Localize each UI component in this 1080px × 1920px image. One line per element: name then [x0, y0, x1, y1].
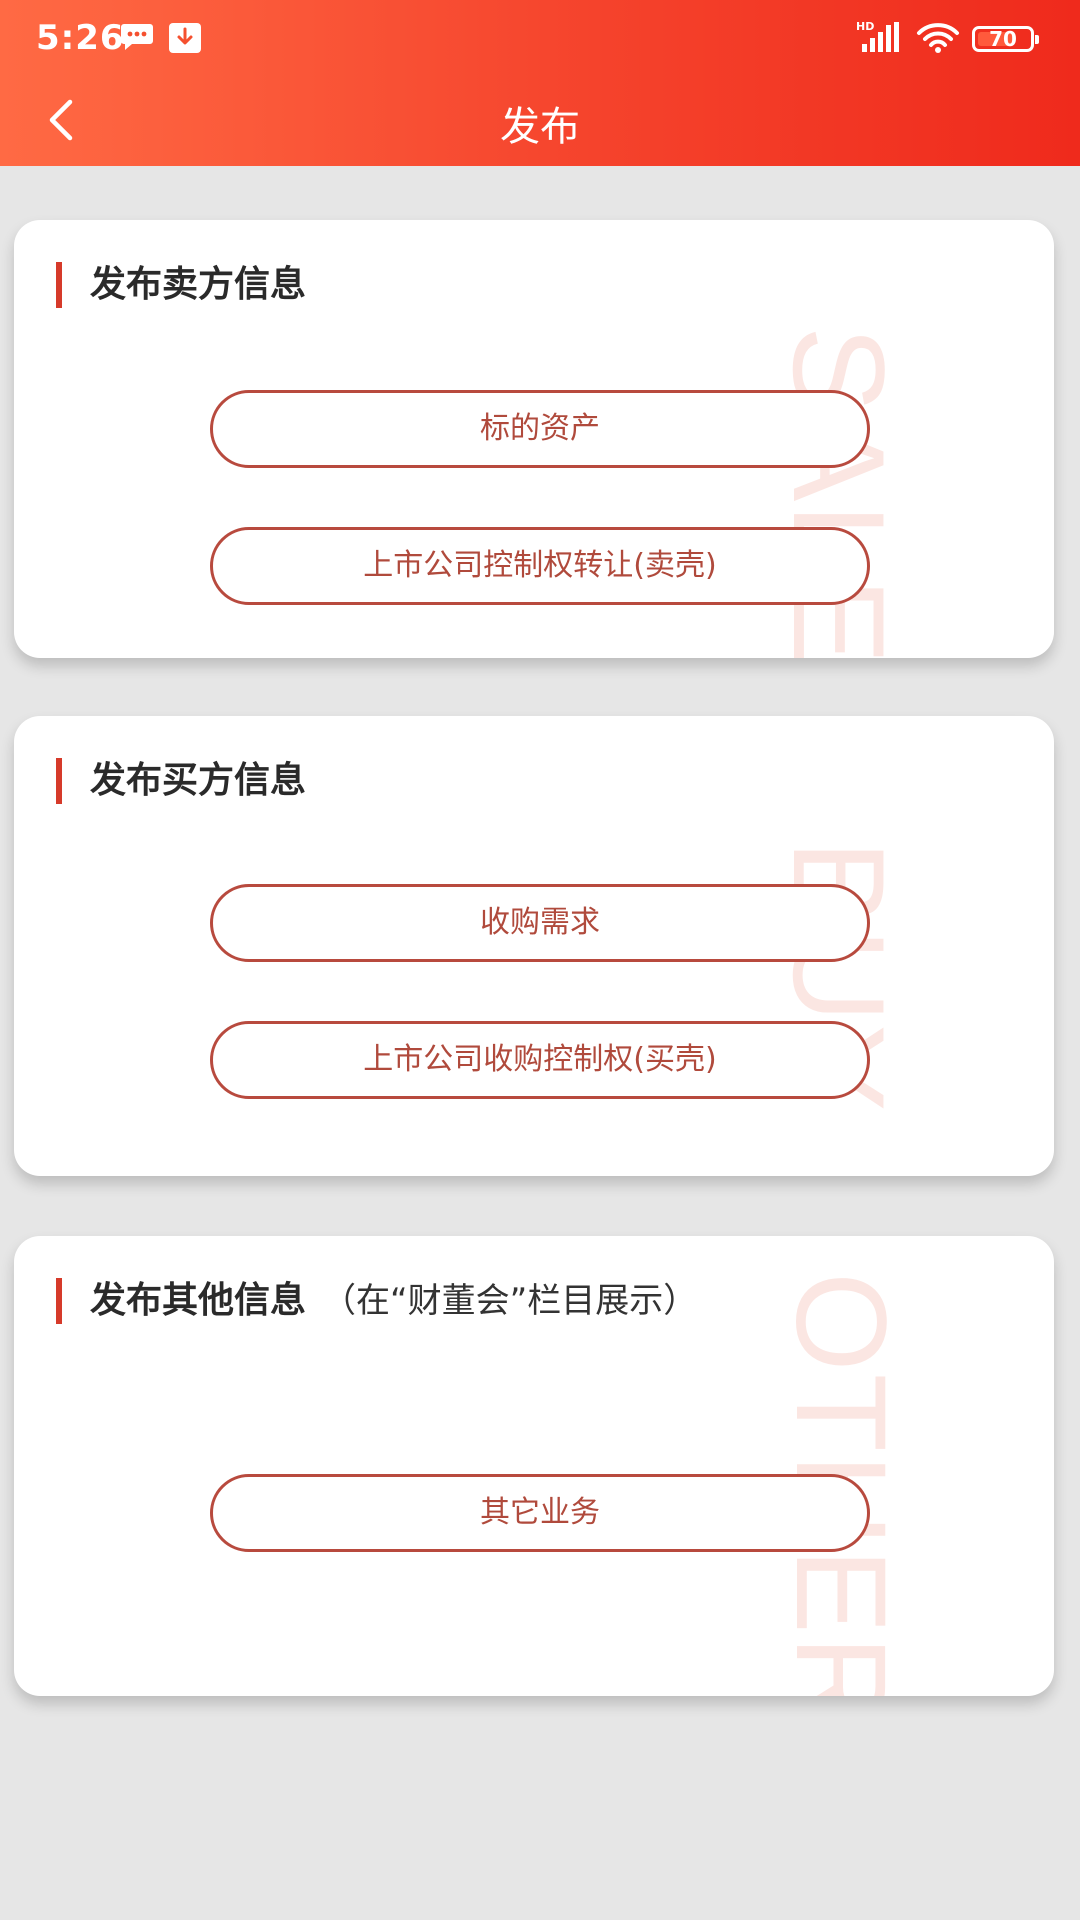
others-card: 发布其他信息（在“财董会”栏目展示） OTHERS 其它业务 — [14, 1236, 1054, 1696]
others-card-title: 发布其他信息 （在“财董会”栏目展示） — [90, 1278, 697, 1324]
buyer-card-title: 发布买方信息 — [90, 760, 307, 801]
buyer-card: 发布买方信息 BUY 收购需求 上市公司收购控制权(买壳) — [14, 716, 1054, 1176]
battery-text: 70 — [989, 27, 1017, 51]
status-time: 5:26 — [36, 18, 125, 58]
control-acquisition-button[interactable]: 上市公司收购控制权(买壳) — [210, 1021, 870, 1099]
wifi-icon — [916, 22, 960, 58]
svg-text:HD: HD — [856, 20, 874, 33]
battery-icon: 70 — [972, 26, 1039, 52]
target-asset-button[interactable]: 标的资产 — [210, 390, 870, 468]
sale-watermark: SALE — [766, 326, 912, 658]
accent-bar — [56, 1278, 62, 1324]
header: 5:26 HD 70 发布 — [0, 0, 1080, 166]
others-card-title-text: 发布其他信息 — [90, 1280, 307, 1321]
accent-bar — [56, 262, 62, 308]
seller-card-title: 发布卖方信息 — [90, 264, 307, 305]
other-business-button[interactable]: 其它业务 — [210, 1474, 870, 1552]
nav-bar: 发布 — [0, 80, 1080, 166]
signal-icon: HD — [856, 20, 902, 58]
control-transfer-button[interactable]: 上市公司控制权转让(卖壳) — [210, 527, 870, 605]
status-bar: 5:26 HD 70 — [0, 0, 1080, 80]
seller-card: 发布卖方信息 SALE 标的资产 上市公司控制权转让(卖壳) — [14, 220, 1054, 658]
acquisition-demand-button[interactable]: 收购需求 — [210, 884, 870, 962]
page-title: 发布 — [500, 104, 580, 150]
download-icon — [168, 22, 202, 58]
message-icon — [120, 22, 154, 56]
accent-bar — [56, 758, 62, 804]
others-card-subtitle: （在“财董会”栏目展示） — [322, 1281, 698, 1321]
